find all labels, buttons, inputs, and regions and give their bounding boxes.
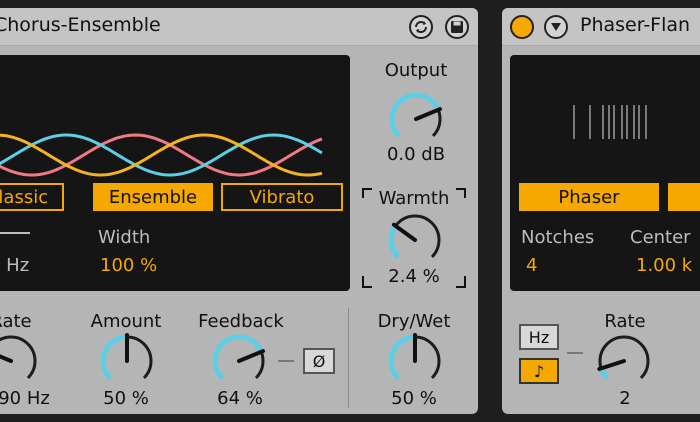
warmth-label: Warmth [378, 188, 450, 209]
save-preset-button[interactable] [445, 15, 469, 39]
knob-pointer [391, 222, 417, 242]
mode-button-flanger[interactable]: F [668, 183, 700, 211]
device-title: Chorus-Ensemble [0, 14, 161, 36]
amount-label: Amount [90, 311, 162, 332]
output-value: 0.0 dB [386, 144, 446, 165]
knob-value-arc [100, 334, 128, 380]
rate-hz-button[interactable]: Hz [519, 324, 559, 350]
feedback-label: Feedback [198, 311, 284, 332]
notches-value[interactable]: 4 [526, 255, 537, 276]
refresh-icon [415, 21, 427, 33]
note-icon: ♪ [533, 361, 545, 381]
phaser-flanger-device: Phaser-Flan Phaser F Notches [502, 8, 700, 414]
phaser-titlebar: Phaser-Flan [502, 8, 700, 46]
center-value[interactable]: 1.00 k [636, 255, 692, 276]
device-title: Phaser-Flan [580, 14, 691, 36]
section-divider [348, 308, 349, 408]
chorus-titlebar: Chorus-Ensemble [0, 8, 478, 46]
notches-label: Notches [521, 227, 595, 248]
rate-label: Rate [0, 311, 32, 332]
expand-collapse-button[interactable] [544, 15, 568, 39]
knob-value-arc [212, 334, 264, 380]
rate-value: 2 [619, 388, 631, 409]
mode-button-phaser[interactable]: Phaser [519, 183, 659, 211]
phaser-display: Phaser F Notches 4 Center 1.00 k [510, 55, 700, 291]
dry-wet-label: Dry/Wet [377, 311, 451, 332]
mode-button-ensemble[interactable]: Ensemble [93, 183, 213, 211]
chorus-display: Classic Ensemble Vibrato 0 Hz Width 100 … [0, 55, 350, 291]
center-label: Center [630, 227, 691, 248]
feedback-value: 64 % [217, 388, 263, 409]
rate-connector [567, 352, 583, 354]
warmth-value: 2.4 % [388, 266, 440, 287]
hot-swap-button[interactable] [409, 15, 433, 39]
knob-value-arc [388, 224, 400, 259]
triangle-down-icon [551, 23, 561, 31]
warmth-knob[interactable] [384, 209, 446, 271]
notch-display [573, 105, 647, 139]
rate-knob[interactable] [0, 330, 42, 392]
mode-button-vibrato[interactable]: Vibrato [221, 183, 343, 211]
output-label: Output [384, 60, 448, 81]
feedback-knob[interactable] [208, 330, 270, 392]
save-icon [451, 21, 463, 33]
output-knob[interactable] [385, 88, 447, 150]
width-value[interactable]: 100 % [100, 255, 157, 276]
knob-value-arc [388, 334, 416, 380]
knob-pointer [597, 359, 626, 372]
filter-frequency-value[interactable]: 0 Hz [0, 255, 29, 276]
rate-sync-button[interactable]: ♪ [519, 358, 559, 384]
filter-curve-line [0, 232, 30, 234]
chorus-ensemble-device: Chorus-Ensemble Classic Ensemble [0, 8, 478, 414]
invert-phase-button[interactable]: Ø [303, 348, 335, 374]
knob-pointer [0, 354, 13, 363]
rate-value: 90 Hz [0, 388, 50, 409]
knob-pointer [237, 349, 266, 363]
dry-wet-value: 50 % [391, 388, 437, 409]
mode-button-classic[interactable]: Classic [0, 183, 64, 211]
rate-label: Rate [604, 311, 646, 332]
dry-wet-knob[interactable] [384, 330, 446, 392]
amount-value: 50 % [103, 388, 149, 409]
width-label: Width [98, 227, 151, 248]
knob-value-arc [389, 92, 441, 138]
amount-knob[interactable] [96, 330, 158, 392]
feedback-connector [278, 360, 294, 362]
device-power-button[interactable] [510, 15, 534, 39]
rate-knob[interactable] [593, 330, 655, 392]
knob-pointer [414, 107, 443, 121]
